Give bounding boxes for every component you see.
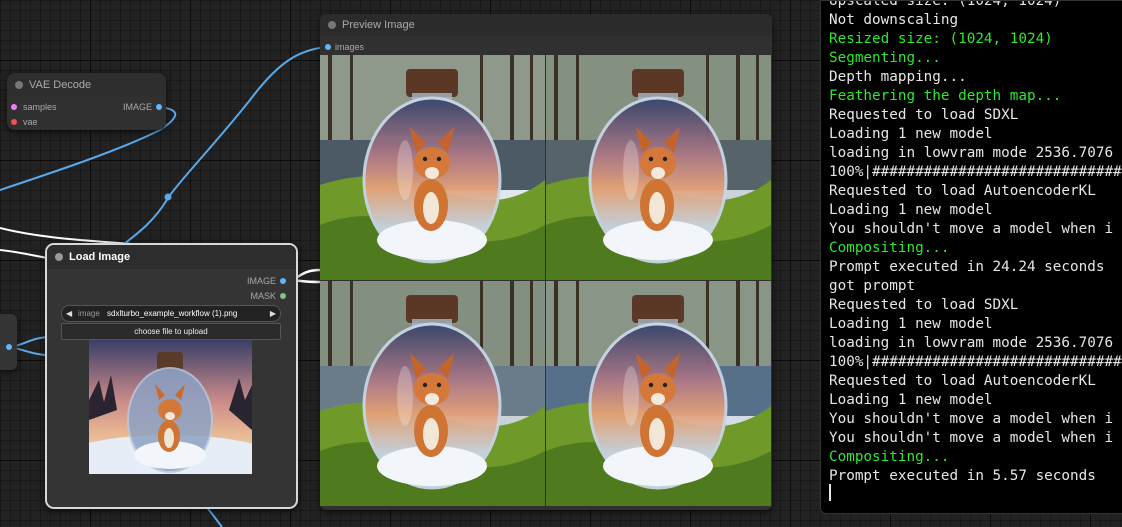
slot-vae-label: vae <box>23 117 38 127</box>
load-image-title-text: Load Image <box>69 251 131 263</box>
loaded-image-thumbnail <box>89 340 252 474</box>
console-line: Loading 1 new model <box>829 392 993 408</box>
image-widget-value: sdxlturbo_example_workflow (1).png <box>107 309 238 318</box>
preview-image-grid <box>320 55 772 507</box>
slot-image-output[interactable]: IMAGE <box>122 100 162 114</box>
samples-pin-icon[interactable] <box>11 104 17 110</box>
preview-image-3[interactable] <box>320 281 545 506</box>
image-widget-label: image <box>78 309 100 318</box>
vae-decode-title-text: VAE Decode <box>29 79 92 91</box>
console-line: Loading 1 new model <box>829 126 993 142</box>
image-pin-icon[interactable] <box>280 278 286 284</box>
preview-image-4[interactable] <box>546 281 771 506</box>
console-line: Resized size: (1024, 1024) <box>829 31 1053 47</box>
partial-node-pin-icon[interactable] <box>6 344 12 350</box>
console-line: Segmenting... <box>829 50 941 66</box>
console-line: You shouldn't move a model when i <box>829 221 1114 237</box>
console-line: Prompt executed in 5.57 seconds <box>829 468 1096 484</box>
slot-mask[interactable]: MASK <box>250 289 286 303</box>
collapse-dot-icon[interactable] <box>328 21 336 29</box>
console-line: Compositing... <box>829 240 950 256</box>
console-line: loading in lowvram mode 2536.7076 <box>829 145 1114 161</box>
console-line: Compositing... <box>829 449 950 465</box>
arrow-right-icon[interactable]: ▶ <box>270 306 276 321</box>
console-line: Requested to load SDXL <box>829 297 1019 313</box>
arrow-left-icon[interactable]: ◀ <box>66 306 72 321</box>
console-line: Feathering the depth map... <box>829 88 1062 104</box>
vae-decode-node[interactable]: VAE Decode samples vae IMAGE <box>7 73 166 130</box>
image-combo-widget[interactable]: ◀ image sdxlturbo_example_workflow (1).p… <box>61 305 281 322</box>
load-image-node[interactable]: Load Image IMAGE MASK ◀ image sdxlturbo_… <box>45 243 298 509</box>
console-line: Prompt executed in 24.24 seconds <box>829 259 1105 275</box>
console-line: 100%|############################## <box>829 164 1122 180</box>
slot-vae[interactable]: vae <box>11 115 38 129</box>
console-line: You shouldn't move a model when i <box>829 430 1114 446</box>
preview-image-1[interactable] <box>320 55 545 280</box>
slot-images[interactable]: images <box>325 40 365 54</box>
preview-image-node[interactable]: Preview Image images <box>320 14 772 510</box>
console-cursor <box>829 484 831 501</box>
console-line: Requested to load SDXL <box>829 107 1019 123</box>
console-line: Loading 1 new model <box>829 202 993 218</box>
preview-image-title[interactable]: Preview Image <box>320 14 772 36</box>
console-line: Depth mapping... <box>829 69 967 85</box>
slot-image-output-label: IMAGE <box>122 102 152 112</box>
images-pin-icon[interactable] <box>325 44 331 50</box>
slot-mask-label: MASK <box>250 291 276 301</box>
load-image-title[interactable]: Load Image <box>47 245 296 269</box>
console-line: 100%|############################## <box>829 354 1122 370</box>
slot-image[interactable]: IMAGE <box>246 274 286 288</box>
console-line: Not downscaling <box>829 12 959 28</box>
collapse-dot-icon[interactable] <box>55 253 63 261</box>
preview-image-title-text: Preview Image <box>342 19 415 31</box>
slot-images-label: images <box>335 42 365 52</box>
fox-jar-thumbnail-image <box>89 340 252 474</box>
slot-samples[interactable]: samples <box>11 100 57 114</box>
vae-pin-icon[interactable] <box>11 119 17 125</box>
console-line: got prompt <box>829 278 916 294</box>
console-line: Upscaled size: (1024, 1024) <box>829 0 1062 9</box>
console-line: Requested to load AutoencoderKL <box>829 373 1096 389</box>
console-line: Loading 1 new model <box>829 316 993 332</box>
console-line: loading in lowvram mode 2536.7076 <box>829 335 1114 351</box>
console-line: You shouldn't move a model when i <box>829 411 1114 427</box>
preview-image-2[interactable] <box>546 55 771 280</box>
console-line: Requested to load AutoencoderKL <box>829 183 1096 199</box>
collapse-dot-icon[interactable] <box>15 81 23 89</box>
slot-image-label: IMAGE <box>246 276 276 286</box>
choose-file-button[interactable]: choose file to upload <box>61 323 281 340</box>
mask-pin-icon[interactable] <box>280 293 286 299</box>
image-output-pin-icon[interactable] <box>156 104 162 110</box>
partial-node-left[interactable] <box>0 314 17 370</box>
console-log-panel[interactable]: Upscaled size: (1024, 1024) Not downscali… <box>820 0 1122 514</box>
slot-samples-label: samples <box>23 102 57 112</box>
vae-decode-title[interactable]: VAE Decode <box>7 73 166 97</box>
